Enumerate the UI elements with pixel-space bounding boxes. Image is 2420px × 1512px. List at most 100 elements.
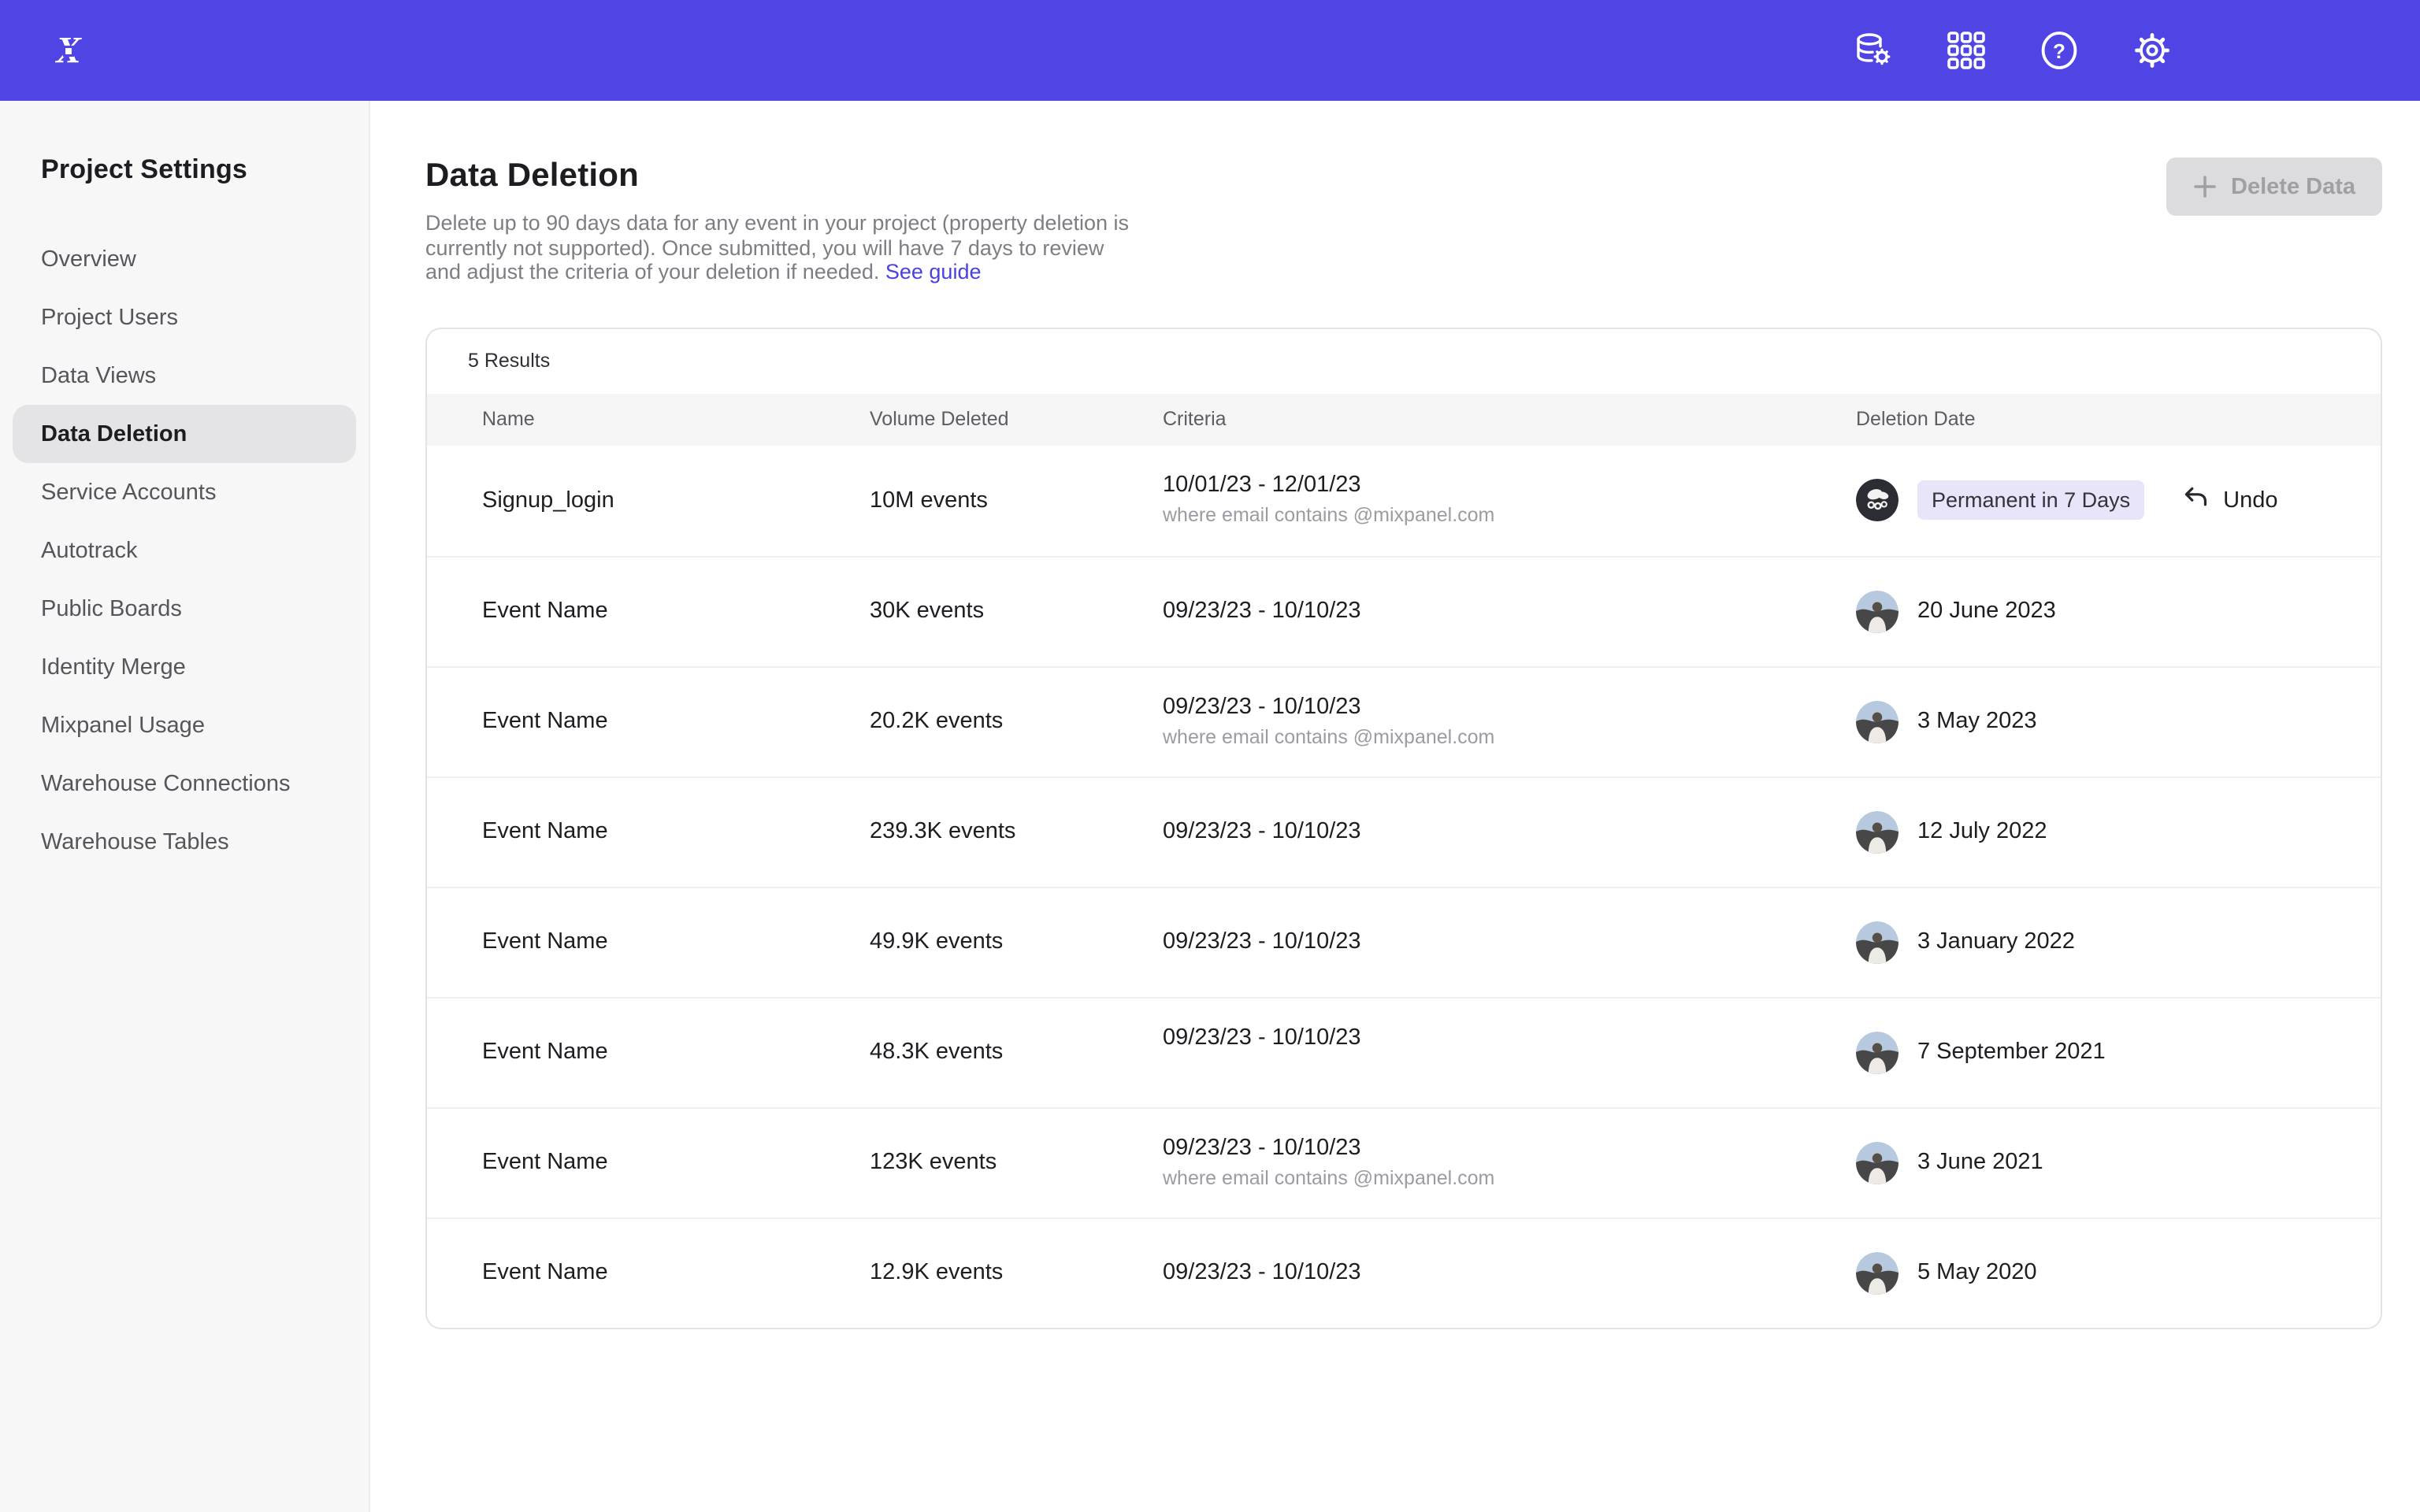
sidebar-item-autotrack[interactable]: Autotrack (13, 521, 356, 580)
table-body: Signup_login10M events10/01/23 - 12/01/2… (427, 445, 2381, 1327)
app-window: X (0, 0, 2420, 1512)
criteria-date-range: 09/23/23 - 10/10/23 (1163, 1025, 1856, 1050)
criteria-date-range: 09/23/23 - 10/10/23 (1163, 598, 1856, 624)
sidebar: Project Settings Overview Project Users Da… (0, 101, 370, 1512)
sidebar-item-label: Autotrack (41, 538, 138, 563)
page-description-text: Delete up to 90 days data for any event … (425, 211, 1129, 284)
row-name: Event Name (482, 929, 870, 954)
criteria-date-range: 09/23/23 - 10/10/23 (1163, 929, 1856, 954)
user-avatar (1856, 1141, 1899, 1184)
sidebar-item-warehouse-tables[interactable]: Warehouse Tables (13, 813, 356, 871)
mixpanel-logo-icon[interactable]: X (47, 29, 90, 72)
criteria-filter-subtext (1163, 1056, 1856, 1080)
user-avatar (1856, 1031, 1899, 1073)
row-name: Event Name (482, 1150, 870, 1175)
table-row: Event Name49.9K events09/23/23 - 10/10/2… (427, 886, 2381, 996)
data-pipeline-icon[interactable] (1851, 28, 1895, 72)
row-volume-deleted: 10M events (870, 487, 1163, 513)
apps-grid-icon[interactable] (1944, 28, 1988, 72)
row-name: Event Name (482, 819, 870, 844)
deletion-date-value: 3 January 2022 (1917, 929, 2075, 954)
criteria-date-range: 09/23/23 - 10/10/23 (1163, 694, 1856, 719)
row-volume-deleted: 12.9K events (870, 1260, 1163, 1285)
undo-icon (2182, 484, 2209, 517)
row-volume-deleted: 30K events (870, 598, 1163, 624)
criteria-date-range: 10/01/23 - 12/01/23 (1163, 472, 1856, 498)
row-deletion-date: 20 June 2023 (1856, 590, 2381, 632)
topbar-icon-group: ? (1851, 28, 2174, 72)
row-criteria: 09/23/23 - 10/10/23 (1163, 929, 1856, 954)
criteria-filter-subtext: where email contains @mixpanel.com (1163, 1166, 1856, 1190)
sidebar-item-identity-merge[interactable]: Identity Merge (13, 638, 356, 696)
settings-icon[interactable] (2130, 28, 2174, 72)
column-header-volume-deleted: Volume Deleted (870, 408, 1163, 430)
row-criteria: 10/01/23 - 12/01/23where email contains … (1163, 472, 1856, 528)
row-volume-deleted: 48.3K events (870, 1040, 1163, 1065)
page-title: Data Deletion (425, 158, 1131, 195)
plus-icon (2193, 175, 2217, 198)
permanent-in-days-badge: Permanent in 7 Days (1917, 480, 2144, 520)
table-row: Event Name12.9K events09/23/23 - 10/10/2… (427, 1217, 2381, 1327)
row-criteria: 09/23/23 - 10/10/23 (1163, 598, 1856, 624)
delete-data-button[interactable]: Delete Data (2166, 158, 2382, 216)
row-volume-deleted: 239.3K events (870, 819, 1163, 844)
column-header-criteria: Criteria (1163, 408, 1856, 430)
row-deletion-date: 3 June 2021 (1856, 1141, 2381, 1184)
top-navigation-bar: X (0, 0, 2420, 101)
row-name: Event Name (482, 1260, 870, 1285)
table-row: Event Name30K events09/23/23 - 10/10/23 2… (427, 555, 2381, 665)
user-avatar (1856, 590, 1899, 632)
sidebar-item-label: Overview (41, 246, 136, 272)
column-header-deletion-date: Deletion Date (1856, 408, 2381, 430)
sidebar-item-label: Service Accounts (41, 480, 216, 505)
undo-button-label: Undo (2223, 487, 2277, 513)
help-icon[interactable]: ? (2037, 28, 2081, 72)
row-deletion-date: Permanent in 7 Days Undo (1856, 479, 2381, 521)
row-criteria: 09/23/23 - 10/10/23 (1163, 819, 1856, 844)
row-deletion-date: 3 January 2022 (1856, 921, 2381, 963)
sidebar-item-overview[interactable]: Overview (13, 230, 356, 288)
sidebar-item-data-deletion[interactable]: Data Deletion (13, 405, 356, 463)
sidebar-item-service-accounts[interactable]: Service Accounts (13, 463, 356, 521)
deletion-date-value: 7 September 2021 (1917, 1040, 2106, 1065)
undo-button[interactable]: Undo (2182, 484, 2277, 517)
user-avatar (1856, 479, 1899, 521)
svg-text:?: ? (2053, 39, 2066, 63)
criteria-date-range: 09/23/23 - 10/10/23 (1163, 1135, 1856, 1160)
row-volume-deleted: 20.2K events (870, 709, 1163, 734)
row-criteria: 09/23/23 - 10/10/23 where email contains … (1163, 694, 1856, 749)
column-header-name: Name (482, 408, 870, 430)
see-guide-link[interactable]: See guide (885, 260, 982, 284)
deletion-date-value: 3 May 2023 (1917, 709, 2037, 734)
sidebar-item-public-boards[interactable]: Public Boards (13, 580, 356, 638)
sidebar-item-data-views[interactable]: Data Views (13, 346, 356, 405)
sidebar-item-label: Data Views (41, 363, 156, 388)
deletion-date-value: 12 July 2022 (1917, 819, 2047, 844)
sidebar-item-label: Public Boards (41, 596, 182, 621)
deletion-date-value: 5 May 2020 (1917, 1260, 2037, 1285)
main-content: Data Deletion Delete up to 90 days data … (370, 101, 2420, 1512)
page-description: Delete up to 90 days data for any event … (425, 211, 1131, 284)
row-name: Event Name (482, 598, 870, 624)
table-header-row: Name Volume Deleted Criteria Deletion Da… (427, 393, 2381, 445)
sidebar-item-label: Identity Merge (41, 654, 186, 680)
deletion-date-value: 3 June 2021 (1917, 1150, 2043, 1175)
sidebar-item-warehouse-connections[interactable]: Warehouse Connections (13, 754, 356, 813)
row-name: Event Name (482, 1040, 870, 1065)
row-criteria: 09/23/23 - 10/10/23 where email contains … (1163, 1135, 1856, 1190)
deletion-date-value: 20 June 2023 (1917, 598, 2056, 624)
criteria-filter-subtext: where email contains @mixpanel.com (1163, 725, 1856, 749)
sidebar-item-project-users[interactable]: Project Users (13, 288, 356, 346)
deletion-requests-card: 5 Results Name Volume Deleted Criteria D… (425, 327, 2382, 1329)
user-avatar (1856, 921, 1899, 963)
table-row: Signup_login10M events10/01/23 - 12/01/2… (427, 445, 2381, 555)
delete-data-button-label: Delete Data (2231, 174, 2355, 199)
sidebar-title: Project Settings (0, 154, 369, 208)
row-volume-deleted: 123K events (870, 1150, 1163, 1175)
row-deletion-date: 7 September 2021 (1856, 1031, 2381, 1073)
sidebar-item-label: Warehouse Connections (41, 771, 291, 796)
user-avatar (1856, 810, 1899, 853)
sidebar-item-mixpanel-usage[interactable]: Mixpanel Usage (13, 696, 356, 754)
user-avatar (1856, 1251, 1899, 1294)
table-row: Event Name239.3K events09/23/23 - 10/10/… (427, 776, 2381, 886)
